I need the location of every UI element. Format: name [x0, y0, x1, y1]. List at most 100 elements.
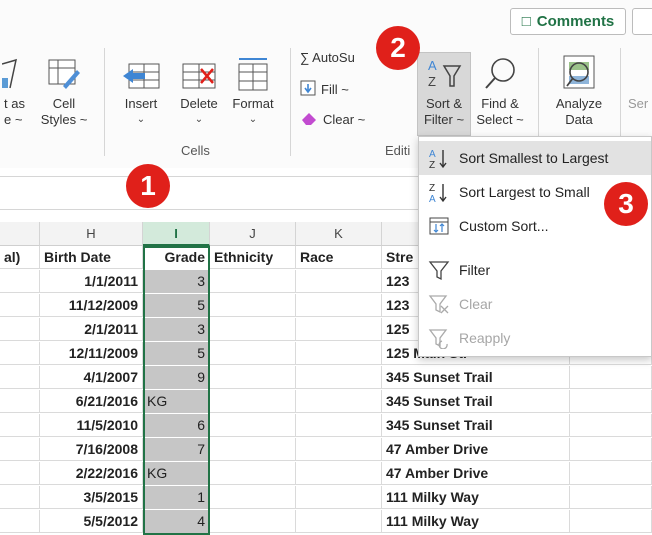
table-cell[interactable] [570, 510, 652, 533]
table-cell[interactable] [296, 294, 382, 317]
table-cell[interactable]: 47 Amber Drive [382, 462, 570, 485]
table-cell[interactable] [0, 438, 40, 461]
table-cell[interactable]: 2/1/2011 [40, 318, 143, 341]
table-cell[interactable]: 5 [143, 294, 210, 317]
table-cell[interactable] [296, 366, 382, 389]
table-cell[interactable]: 9 [143, 366, 210, 389]
table-cell[interactable] [210, 366, 296, 389]
format-as-table-button[interactable]: t as e ~ [0, 52, 34, 128]
table-cell[interactable]: 47 Amber Drive [382, 438, 570, 461]
table-cell[interactable] [210, 510, 296, 533]
table-cell[interactable] [210, 390, 296, 413]
find-select-button[interactable]: Find & Select ~ [472, 52, 528, 128]
table-cell[interactable]: 6 [143, 414, 210, 437]
table-cell[interactable] [0, 366, 40, 389]
header-cell[interactable]: Ethnicity [210, 246, 296, 269]
header-cell[interactable]: Grade [143, 246, 210, 269]
share-button[interactable] [632, 8, 652, 35]
table-cell[interactable]: 4/1/2007 [40, 366, 143, 389]
table-cell[interactable]: 3 [143, 318, 210, 341]
table-cell[interactable] [296, 486, 382, 509]
cell-styles-button[interactable]: Cell Styles ~ [36, 52, 92, 128]
table-cell[interactable] [296, 270, 382, 293]
column-header-g[interactable] [0, 222, 40, 246]
table-cell[interactable]: KG [143, 390, 210, 413]
table-cell[interactable]: 5/5/2012 [40, 510, 143, 533]
custom-sort-icon [419, 216, 459, 236]
header-cell[interactable]: Birth Date [40, 246, 143, 269]
table-cell[interactable] [296, 438, 382, 461]
table-cell[interactable]: 5 [143, 342, 210, 365]
comments-button[interactable]: □ Comments [510, 8, 626, 35]
table-cell[interactable]: 2/22/2016 [40, 462, 143, 485]
table-cell[interactable] [0, 270, 40, 293]
column-header-k[interactable]: K [296, 222, 382, 246]
sensitivity-button[interactable]: Ser [628, 96, 652, 112]
fill-button[interactable]: Fill ~ [300, 80, 349, 99]
delete-button[interactable]: Delete ⌄ [170, 52, 228, 128]
sort-filter-button[interactable]: AZ Sort & Filter ~ [417, 52, 471, 128]
table-cell[interactable] [0, 462, 40, 485]
table-cell[interactable] [570, 438, 652, 461]
table-cell[interactable]: 11/12/2009 [40, 294, 143, 317]
table-cell[interactable] [210, 342, 296, 365]
header-cell[interactable]: al) [0, 246, 40, 269]
table-cell[interactable] [0, 294, 40, 317]
table-cell[interactable] [210, 270, 296, 293]
table-cell[interactable] [0, 414, 40, 437]
table-cell[interactable] [570, 486, 652, 509]
table-cell[interactable] [570, 366, 652, 389]
table-cell[interactable]: KG [143, 462, 210, 485]
table-cell[interactable] [0, 390, 40, 413]
menu-item-filter[interactable]: Filter [419, 253, 651, 287]
table-cell[interactable]: 7/16/2008 [40, 438, 143, 461]
table-cell[interactable]: 3 [143, 270, 210, 293]
menu-item-sort-ascending[interactable]: AZ Sort Smallest to Largest [419, 141, 651, 175]
table-cell[interactable] [570, 390, 652, 413]
table-cell[interactable]: 1/1/2011 [40, 270, 143, 293]
table-cell[interactable] [296, 510, 382, 533]
table-cell[interactable] [570, 414, 652, 437]
table-cell[interactable]: 7 [143, 438, 210, 461]
table-cell[interactable] [210, 414, 296, 437]
table-cell[interactable] [296, 318, 382, 341]
column-header-i[interactable]: I [143, 222, 210, 246]
table-cell[interactable]: 1 [143, 486, 210, 509]
table-cell[interactable] [210, 462, 296, 485]
table-cell[interactable]: 11/5/2010 [40, 414, 143, 437]
table-cell[interactable]: 345 Sunset Trail [382, 366, 570, 389]
table-cell[interactable] [210, 294, 296, 317]
table-cell[interactable] [210, 318, 296, 341]
table-cell[interactable] [0, 510, 40, 533]
table-cell[interactable]: 3/5/2015 [40, 486, 143, 509]
insert-button[interactable]: Insert ⌄ [114, 52, 168, 128]
table-cell[interactable] [296, 462, 382, 485]
table-cell[interactable]: 6/21/2016 [40, 390, 143, 413]
table-cell[interactable] [296, 342, 382, 365]
analyze-data-button[interactable]: Analyze Data [548, 52, 610, 128]
table-cell[interactable]: 345 Sunset Trail [382, 390, 570, 413]
table-cell[interactable]: 4 [143, 510, 210, 533]
clear-button[interactable]: Clear ~ [300, 110, 365, 129]
column-header-h[interactable]: H [40, 222, 143, 246]
header-cell[interactable]: Race [296, 246, 382, 269]
autosum-button[interactable]: ∑ AutoSu [300, 50, 355, 65]
column-header-j[interactable]: J [210, 222, 296, 246]
sort-descending-icon: ZA [419, 181, 459, 203]
table-cell[interactable]: 111 Milky Way [382, 510, 570, 533]
table-cell[interactable]: 12/11/2009 [40, 342, 143, 365]
table-cell[interactable]: 345 Sunset Trail [382, 414, 570, 437]
table-cell[interactable] [210, 486, 296, 509]
table-cell[interactable] [296, 390, 382, 413]
table-cell[interactable] [296, 414, 382, 437]
table-cell[interactable] [570, 462, 652, 485]
table-cell[interactable] [0, 318, 40, 341]
menu-item-reapply[interactable]: Reapply [419, 321, 651, 355]
table-cell[interactable] [210, 438, 296, 461]
table-cell[interactable] [0, 486, 40, 509]
menu-item-clear[interactable]: Clear [419, 287, 651, 321]
table-cell[interactable]: 111 Milky Way [382, 486, 570, 509]
format-button[interactable]: Format ⌄ [226, 52, 280, 128]
table-cell[interactable] [0, 342, 40, 365]
table-row: 2/22/2016 KG 47 Amber Drive [0, 462, 652, 485]
